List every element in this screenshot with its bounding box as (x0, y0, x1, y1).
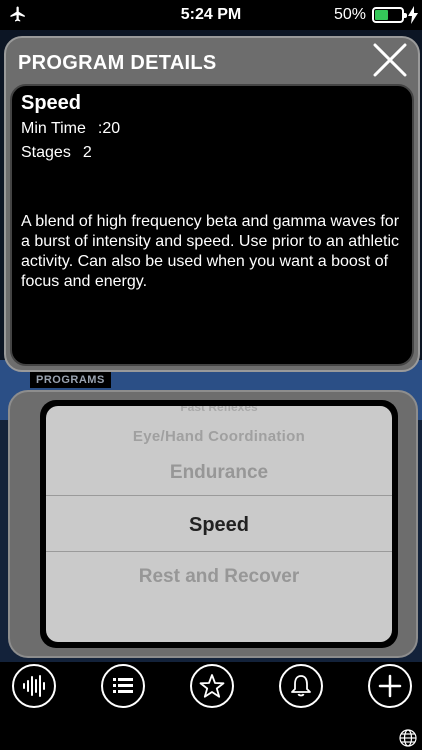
waveform-button[interactable] (12, 664, 56, 708)
program-details-panel: PROGRAM DETAILS Speed Min Time :20 Stages… (4, 36, 420, 372)
battery-icon (372, 7, 407, 23)
close-icon[interactable] (372, 42, 408, 78)
program-name: Speed (21, 92, 82, 114)
picker-item-selected[interactable]: Speed (46, 514, 392, 537)
add-button[interactable] (368, 664, 412, 708)
plus-icon (378, 674, 402, 698)
details-body: Speed Min Time :20 Stages 2 A blend of hig… (10, 84, 414, 366)
picker-item[interactable]: Eye/Hand Coordination (46, 428, 392, 445)
list-icon (113, 678, 133, 693)
favorites-button[interactable] (190, 664, 234, 708)
stages-label: Stages (21, 144, 71, 161)
list-button[interactable] (101, 664, 145, 708)
star-icon (199, 674, 225, 698)
globe-icon[interactable] (398, 728, 418, 748)
charging-bolt-icon (408, 6, 418, 24)
battery-fill (375, 10, 389, 20)
status-bar: 5:24 PM 50% (0, 0, 422, 30)
picker-frame: Fast Reflexes Eye/Hand Coordination Endu… (40, 400, 398, 648)
min-time-value: :20 (97, 120, 121, 137)
min-time-label: Min Time (21, 120, 86, 137)
stages-row: Stages 2 (21, 144, 92, 162)
battery-nub (404, 13, 407, 18)
programs-picker[interactable]: Fast Reflexes Eye/Hand Coordination Endu… (46, 406, 392, 642)
alarm-button[interactable] (279, 664, 323, 708)
picker-item[interactable]: Fast Reflexes (46, 406, 392, 414)
battery-percent: 50% (333, 6, 366, 23)
picker-item[interactable]: Endurance (46, 462, 392, 484)
stages-value: 2 (82, 144, 92, 161)
programs-picker-panel: Fast Reflexes Eye/Hand Coordination Endu… (8, 390, 418, 658)
bottom-toolbar (0, 662, 422, 750)
min-time-row: Min Time :20 (21, 120, 120, 138)
selection-line-top (46, 495, 392, 496)
picker-item[interactable]: Rest and Recover (46, 566, 392, 588)
bell-icon (291, 675, 311, 697)
details-header-title: PROGRAM DETAILS (18, 52, 217, 74)
program-description: A blend of high frequency beta and gamma… (21, 213, 400, 290)
waveform-icon (23, 675, 45, 697)
programs-section-label: PROGRAMS (30, 372, 111, 388)
selection-line-bottom (46, 551, 392, 552)
